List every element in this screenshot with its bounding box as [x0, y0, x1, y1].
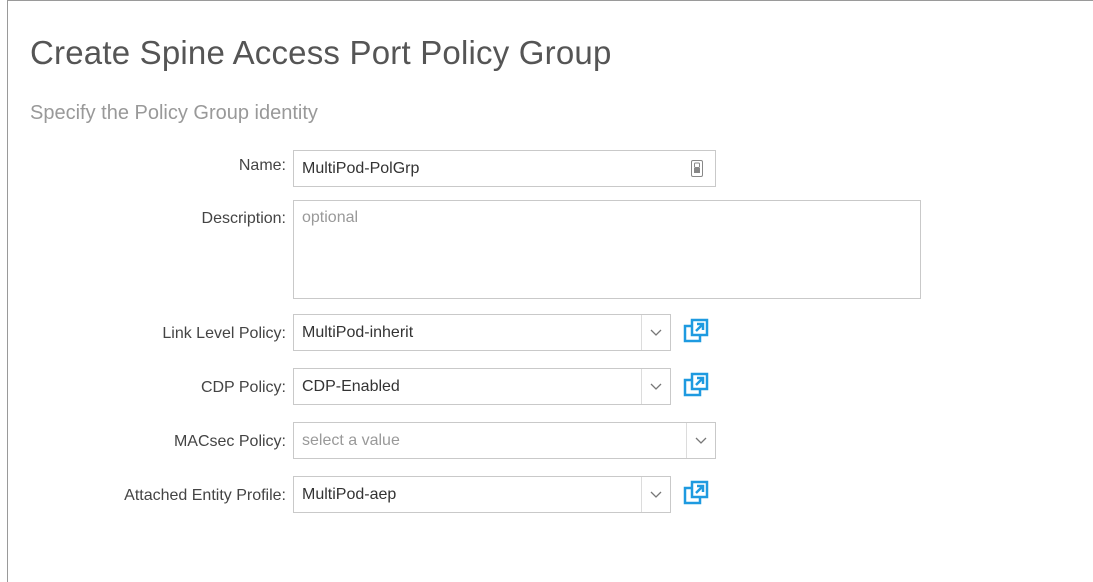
page-title: Create Spine Access Port Policy Group — [30, 34, 612, 71]
cdp-policy-label: CDP Policy: — [200, 379, 286, 396]
description-label: Description: — [201, 210, 286, 227]
cdp-policy-value: CDP-Enabled — [302, 378, 400, 395]
chevron-down-icon[interactable] — [641, 369, 670, 404]
page-subtitle: Specify the Policy Group identity — [30, 102, 318, 124]
name-field[interactable]: MultiPod-PolGrp — [293, 150, 716, 187]
password-key-icon[interactable] — [691, 160, 703, 177]
cdp-policy-select[interactable]: CDP-Enabled — [293, 368, 671, 405]
link-level-policy-value: MultiPod-inherit — [302, 324, 414, 341]
name-label: Name: — [238, 157, 286, 174]
name-value: MultiPod-PolGrp — [302, 159, 420, 177]
open-external-icon[interactable] — [683, 318, 709, 344]
macsec-policy-label: MACsec Policy: — [173, 433, 286, 450]
attached-entity-profile-value: MultiPod-aep — [302, 486, 397, 503]
link-level-policy-select[interactable]: MultiPod-inherit — [293, 314, 671, 351]
open-external-icon[interactable] — [683, 480, 709, 506]
description-field[interactable]: optional — [293, 200, 921, 299]
open-external-icon[interactable] — [683, 372, 709, 398]
attached-entity-profile-label: Attached Entity Profile: — [124, 487, 286, 504]
macsec-policy-placeholder: select a value — [302, 432, 400, 449]
link-level-policy-label: Link Level Policy: — [162, 325, 286, 342]
macsec-policy-select[interactable]: select a value — [293, 422, 716, 459]
chevron-down-icon[interactable] — [686, 423, 715, 458]
attached-entity-profile-select[interactable]: MultiPod-aep — [293, 476, 671, 513]
chevron-down-icon[interactable] — [641, 477, 670, 512]
description-placeholder: optional — [302, 209, 359, 226]
chevron-down-icon[interactable] — [641, 315, 670, 350]
